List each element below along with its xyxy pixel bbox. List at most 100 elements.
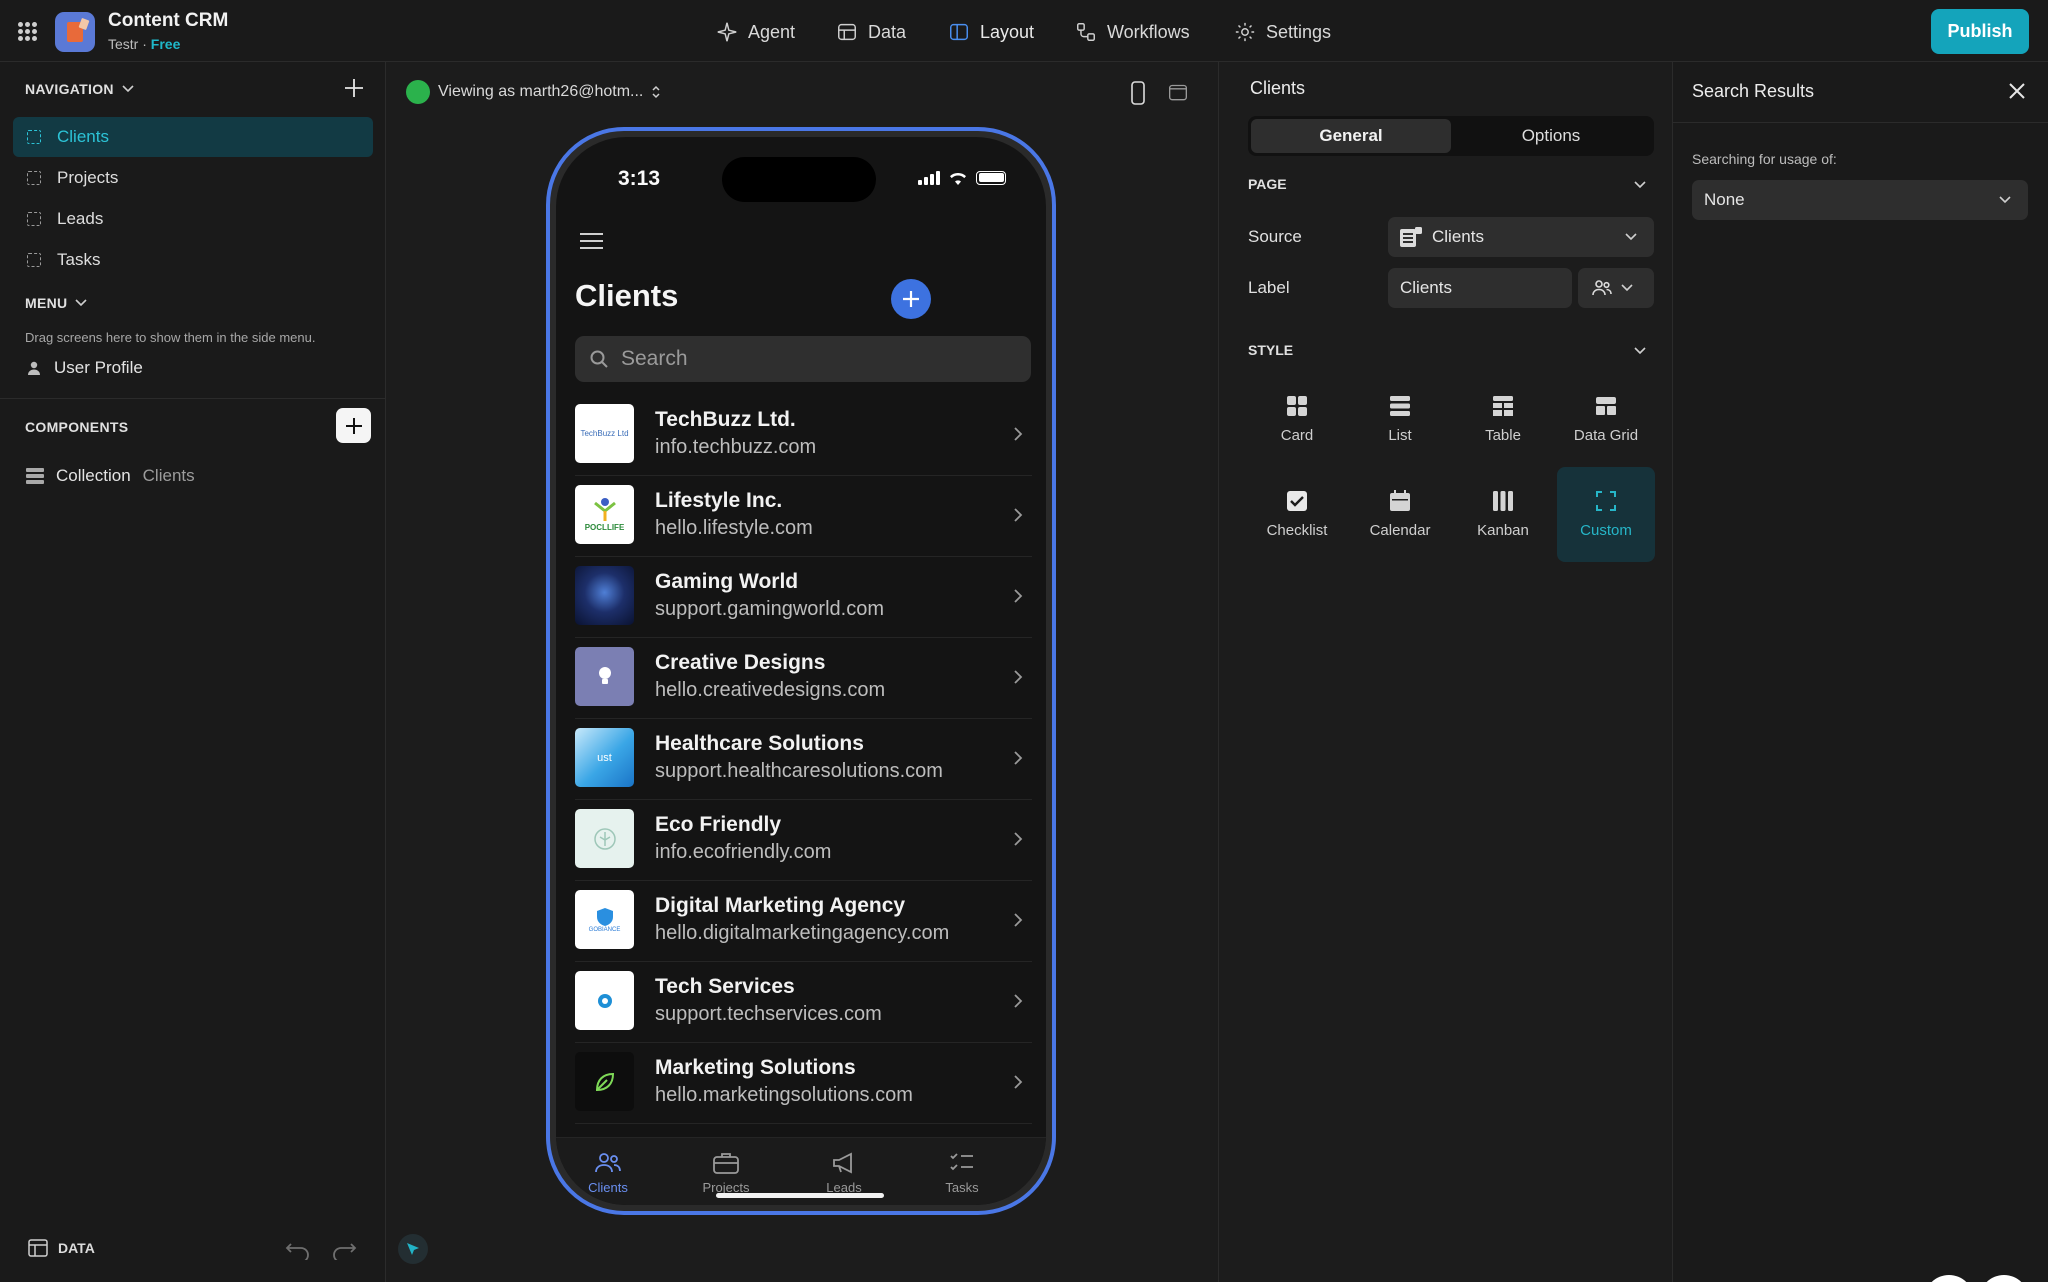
list-item[interactable]: Tech Services support.techservices.com (575, 962, 1032, 1043)
topnav-layout[interactable]: Layout (948, 18, 1034, 46)
dynamic-island (722, 157, 876, 202)
sidebar-item-tasks[interactable]: Tasks (13, 240, 373, 280)
battery-icon (976, 170, 1006, 185)
chevron-right-icon (1014, 832, 1023, 846)
add-screen-icon[interactable] (342, 76, 366, 100)
client-site: support.gamingworld.com (655, 598, 884, 620)
list-item[interactable]: Marketing Solutions hello.marketingsolut… (575, 1043, 1032, 1124)
list-item[interactable]: Gaming World support.gamingworld.com (575, 557, 1032, 638)
source-select[interactable]: Clients (1388, 217, 1654, 257)
client-site: info.ecofriendly.com (655, 841, 832, 863)
table-icon (1493, 396, 1513, 416)
hamburger-menu-icon[interactable] (580, 233, 603, 249)
data-button-label: DATA (58, 1240, 95, 1256)
sidebar-item-projects[interactable]: Projects (13, 158, 373, 198)
tab-leads[interactable]: Leads (799, 1150, 889, 1195)
bulb-logo-icon (598, 666, 611, 684)
search-input[interactable]: Search (575, 336, 1031, 382)
client-logo (575, 566, 634, 625)
data-button[interactable]: DATA (28, 1239, 95, 1257)
menu-heading[interactable]: MENU (25, 295, 87, 311)
add-client-button[interactable] (891, 279, 931, 319)
style-label: Table (1485, 427, 1521, 444)
tab-general[interactable]: General (1251, 119, 1451, 153)
navigation-heading[interactable]: NAVIGATION (25, 81, 134, 97)
client-name: Gaming World (655, 570, 799, 593)
help-button[interactable] (1924, 1275, 1974, 1282)
tab-options[interactable]: Options (1451, 119, 1651, 153)
label-binding-button[interactable] (1578, 268, 1654, 308)
screen-icon (27, 171, 41, 185)
sidebar-item-clients[interactable]: Clients (13, 117, 373, 157)
component-collection[interactable]: Collection Clients (26, 466, 195, 486)
list-item[interactable]: ust Healthcare Solutions support.healthc… (575, 719, 1032, 800)
tab-label: Clients (588, 1180, 628, 1195)
style-custom[interactable]: Custom (1557, 467, 1655, 562)
undo-icon[interactable] (285, 1240, 311, 1260)
label-value: Clients (1400, 278, 1452, 297)
chevron-down-icon[interactable] (1633, 180, 1647, 190)
app-grid-icon[interactable] (18, 22, 37, 41)
client-logo (575, 647, 634, 706)
list-item[interactable]: Creative Designs hello.creativedesigns.c… (575, 638, 1032, 719)
style-label: Data Grid (1573, 427, 1639, 444)
style-checklist[interactable]: Checklist (1248, 467, 1346, 562)
kanban-icon (1493, 491, 1513, 511)
style-table[interactable]: Table (1454, 372, 1552, 467)
tablet-view-icon[interactable] (1168, 81, 1188, 105)
phone-view-icon[interactable] (1128, 81, 1148, 105)
app-logo (55, 12, 95, 52)
menu-item-user-profile[interactable]: User Profile (28, 358, 143, 378)
list-item[interactable]: TechBuzz Ltd TechBuzz Ltd. info.techbuzz… (575, 395, 1032, 476)
wifi-icon (950, 172, 966, 185)
client-name: Healthcare Solutions (655, 732, 864, 755)
usage-value: None (1704, 190, 1745, 209)
topnav-workflows[interactable]: Workflows (1075, 18, 1190, 46)
list-item[interactable]: POCLLIFE Lifestyle Inc. hello.lifestyle.… (575, 476, 1032, 557)
layout-icon (950, 23, 968, 41)
viewing-as-selector[interactable]: Viewing as marth26@hotm... (406, 80, 661, 104)
briefcase-icon (713, 1153, 739, 1174)
topnav-agent[interactable]: Agent (716, 18, 795, 46)
close-icon[interactable] (2008, 82, 2026, 100)
card-icon (1287, 396, 1307, 416)
cursor-icon (407, 1243, 419, 1255)
select-tool-button[interactable] (398, 1234, 428, 1264)
client-name: Tech Services (655, 975, 795, 998)
tab-projects[interactable]: Projects (681, 1150, 771, 1195)
ai-assistant-button[interactable] (1979, 1275, 2029, 1282)
chevron-down-icon[interactable] (1633, 346, 1647, 356)
sidebar-item-label: Tasks (57, 250, 101, 269)
label-input[interactable]: Clients (1388, 268, 1572, 308)
client-logo: TechBuzz Ltd (575, 404, 634, 463)
style-list[interactable]: List (1351, 372, 1449, 467)
style-section-heading: STYLE (1248, 342, 1294, 358)
client-logo (575, 1052, 634, 1111)
style-data-grid[interactable]: Data Grid (1557, 372, 1655, 467)
components-heading: COMPONENTS (25, 419, 129, 435)
label-label: Label (1248, 278, 1290, 297)
list-item[interactable]: Eco Friendly info.ecofriendly.com (575, 800, 1032, 881)
redo-icon[interactable] (331, 1240, 357, 1260)
topnav-data[interactable]: Data (836, 18, 906, 46)
style-label: Custom (1580, 522, 1632, 539)
topnav-settings[interactable]: Settings (1234, 18, 1331, 46)
topnav-agent-label: Agent (748, 21, 796, 42)
style-kanban[interactable]: Kanban (1454, 467, 1552, 562)
sidebar-item-label: Leads (57, 209, 104, 228)
tab-clients[interactable]: Clients (563, 1150, 653, 1195)
tab-tasks[interactable]: Tasks (917, 1150, 1007, 1195)
properties-tabs: General Options (1248, 116, 1654, 156)
sidebar-item-label: Projects (57, 168, 119, 187)
style-card[interactable]: Card (1248, 372, 1346, 467)
usage-select[interactable]: None (1692, 180, 2028, 220)
client-site: hello.lifestyle.com (655, 517, 813, 539)
sidebar-item-leads[interactable]: Leads (13, 199, 373, 239)
leaf-logo-icon (595, 1072, 614, 1091)
publish-button[interactable]: Publish (1931, 9, 2029, 54)
add-component-button[interactable] (336, 408, 371, 443)
list-item[interactable]: GOBIANCE Digital Marketing Agency hello.… (575, 881, 1032, 962)
menu-item-label: User Profile (54, 358, 143, 377)
style-calendar[interactable]: Calendar (1351, 467, 1449, 562)
subtitle-separator: · (138, 36, 151, 52)
